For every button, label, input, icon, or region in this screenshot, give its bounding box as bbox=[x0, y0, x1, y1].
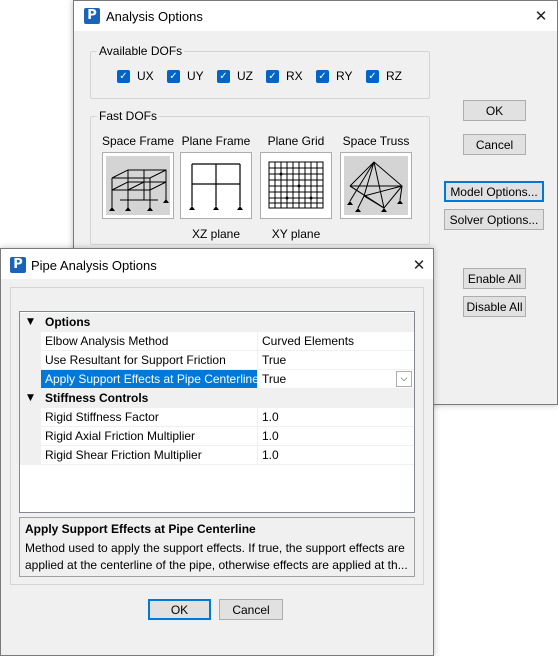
property-name[interactable]: Use Resultant for Support Friction bbox=[41, 351, 257, 370]
chevron-down-icon[interactable]: ⌵ bbox=[396, 371, 412, 387]
pipe-cancel-button[interactable]: Cancel bbox=[219, 599, 283, 620]
property-value[interactable]: True bbox=[257, 351, 414, 370]
pipe-ok-button[interactable]: OK bbox=[148, 599, 211, 620]
enable-all-button[interactable]: Enable All bbox=[463, 268, 526, 289]
property-value[interactable]: 1.0 bbox=[257, 427, 414, 446]
dof-label: RX bbox=[286, 69, 303, 83]
property-row-rigid-stiffness-factor[interactable]: Rigid Stiffness Factor 1.0 bbox=[20, 408, 414, 427]
fast-dofs-legend: Fast DOFs bbox=[99, 109, 158, 123]
property-value[interactable]: 1.0 bbox=[257, 446, 414, 465]
analysis-options-titlebar: P Analysis Options ✕ bbox=[74, 1, 557, 31]
app-icon: P bbox=[84, 8, 100, 24]
property-value[interactable]: 1.0 bbox=[257, 408, 414, 427]
dof-label: UZ bbox=[237, 69, 253, 83]
plane-grid-button[interactable] bbox=[260, 152, 332, 219]
dof-checkbox-uy[interactable]: ✓ UY bbox=[167, 69, 204, 83]
fast-dof-label-space-frame: Space Frame bbox=[101, 134, 175, 148]
space-frame-icon bbox=[106, 156, 170, 215]
chevron-down-icon[interactable]: ▼ bbox=[27, 313, 34, 332]
category-label: Options bbox=[45, 315, 91, 329]
row-gutter bbox=[20, 427, 41, 446]
pipe-options-titlebar: P Pipe Analysis Options ✕ bbox=[1, 249, 433, 279]
analysis-options-title: Analysis Options bbox=[106, 9, 203, 24]
category-options[interactable]: ▼ Options bbox=[20, 313, 414, 332]
property-value-dropdown[interactable]: True ⌵ bbox=[257, 370, 414, 389]
property-row-use-resultant[interactable]: Use Resultant for Support Friction True bbox=[20, 351, 414, 370]
property-value[interactable]: Curved Elements bbox=[257, 332, 414, 351]
property-name[interactable]: Elbow Analysis Method bbox=[41, 332, 257, 351]
row-gutter bbox=[20, 408, 41, 427]
property-row-rigid-shear-friction[interactable]: Rigid Shear Friction Multiplier 1.0 bbox=[20, 446, 414, 465]
checkbox-checked-icon: ✓ bbox=[316, 69, 329, 83]
fast-dof-label-plane-frame: Plane Frame bbox=[181, 134, 251, 148]
checkbox-checked-icon: ✓ bbox=[117, 69, 130, 83]
disable-all-button[interactable]: Disable All bbox=[463, 296, 526, 317]
close-icon[interactable]: ✕ bbox=[404, 253, 434, 277]
dof-checkbox-uz[interactable]: ✓ UZ bbox=[217, 69, 253, 83]
property-row-rigid-axial-friction[interactable]: Rigid Axial Friction Multiplier 1.0 bbox=[20, 427, 414, 446]
property-row-elbow-analysis-method[interactable]: Elbow Analysis Method Curved Elements bbox=[20, 332, 414, 351]
dof-checkbox-rz[interactable]: ✓ RZ bbox=[366, 69, 402, 83]
fast-dof-label-space-truss: Space Truss bbox=[342, 134, 410, 148]
property-grid[interactable]: ▼ Options Elbow Analysis Method Curved E… bbox=[19, 311, 415, 513]
row-gutter bbox=[20, 332, 41, 351]
plane-frame-button[interactable] bbox=[180, 152, 252, 219]
dropdown-value: True bbox=[262, 372, 287, 386]
row-gutter bbox=[20, 351, 41, 370]
dof-checkbox-ux[interactable]: ✓ UX bbox=[117, 69, 154, 83]
category-label: Stiffness Controls bbox=[45, 391, 149, 405]
app-icon: P bbox=[10, 257, 26, 273]
plane-grid-sublabel: XY plane bbox=[271, 227, 321, 241]
checkbox-checked-icon: ✓ bbox=[266, 69, 279, 83]
property-row-apply-support-effects[interactable]: Apply Support Effects at Pipe Centerline… bbox=[20, 370, 414, 389]
plane-frame-sublabel: XZ plane bbox=[191, 227, 241, 241]
property-name[interactable]: Rigid Axial Friction Multiplier bbox=[41, 427, 257, 446]
dof-label: RZ bbox=[386, 69, 402, 83]
dof-label: RY bbox=[336, 69, 353, 83]
property-name[interactable]: Rigid Shear Friction Multiplier bbox=[41, 446, 257, 465]
row-gutter bbox=[20, 370, 41, 389]
close-icon[interactable]: ✕ bbox=[526, 4, 556, 28]
description-text: Method used to apply the support effects… bbox=[25, 541, 408, 572]
plane-frame-icon bbox=[184, 156, 248, 215]
checkbox-checked-icon: ✓ bbox=[217, 69, 230, 83]
property-name[interactable]: Apply Support Effects at Pipe Centerline bbox=[41, 370, 257, 389]
analysis-cancel-button[interactable]: Cancel bbox=[463, 134, 526, 155]
description-title: Apply Support Effects at Pipe Centerline bbox=[25, 522, 256, 536]
plane-grid-icon bbox=[264, 156, 328, 215]
category-stiffness-controls[interactable]: ▼ Stiffness Controls bbox=[20, 389, 414, 408]
chevron-down-icon[interactable]: ▼ bbox=[27, 389, 34, 408]
checkbox-checked-icon: ✓ bbox=[366, 69, 379, 83]
model-options-button[interactable]: Model Options... bbox=[444, 181, 544, 202]
property-name[interactable]: Rigid Stiffness Factor bbox=[41, 408, 257, 427]
dof-checkbox-rx[interactable]: ✓ RX bbox=[266, 69, 303, 83]
dof-label: UX bbox=[137, 69, 154, 83]
dof-label: UY bbox=[187, 69, 204, 83]
available-dofs-legend: Available DOFs bbox=[99, 44, 183, 58]
solver-options-button[interactable]: Solver Options... bbox=[444, 209, 544, 230]
analysis-ok-button[interactable]: OK bbox=[463, 100, 526, 121]
dof-checkbox-ry[interactable]: ✓ RY bbox=[316, 69, 352, 83]
checkbox-checked-icon: ✓ bbox=[167, 69, 180, 83]
property-description-panel: Apply Support Effects at Pipe Centerline… bbox=[19, 517, 415, 577]
space-truss-button[interactable] bbox=[340, 152, 412, 219]
space-truss-icon bbox=[344, 156, 408, 215]
row-gutter bbox=[20, 446, 41, 465]
fast-dof-label-plane-grid: Plane Grid bbox=[267, 134, 325, 148]
pipe-options-title: Pipe Analysis Options bbox=[31, 258, 157, 273]
space-frame-button[interactable] bbox=[102, 152, 174, 219]
